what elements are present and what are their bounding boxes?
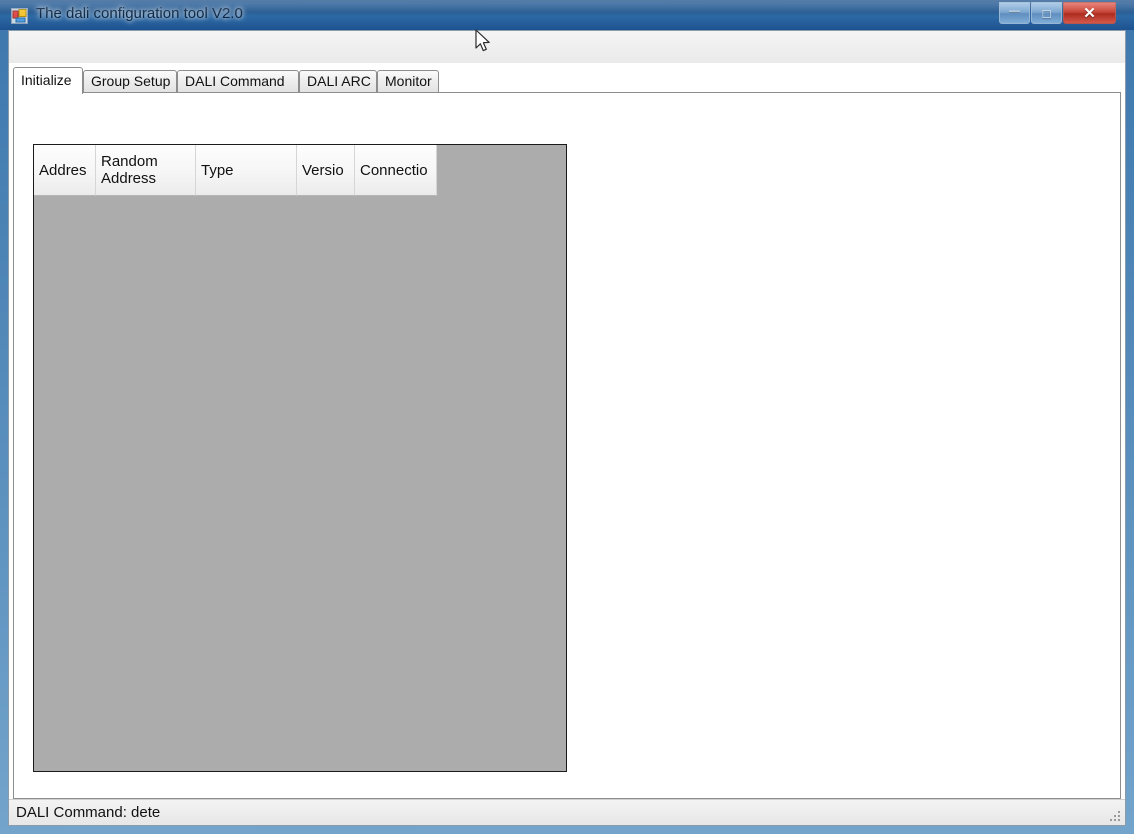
tab-page-initialize: Addres Random Address Type Versio Connectio … — [13, 93, 1121, 799]
status-bar-text: DALI Command: dete — [16, 804, 161, 821]
grid-header-label: Random Address — [101, 153, 158, 187]
tab-label: DALI ARC — [307, 73, 371, 89]
grid-header-label: Connectio — [360, 161, 428, 179]
tab-dali-command[interactable]: DALI Command — [177, 70, 299, 93]
tab-label: DALI Command — [185, 73, 285, 89]
title-bar[interactable]: The dali configuration tool V2.0 — □ ✕ — [0, 0, 1134, 30]
grid-header-address[interactable]: Addres — [34, 145, 96, 196]
resize-grip-icon[interactable] — [1109, 810, 1122, 823]
close-button[interactable]: ✕ — [1063, 2, 1116, 24]
grid-header-random-address[interactable]: Random Address — [96, 145, 196, 196]
status-bar: DALI Command: dete — [9, 799, 1125, 825]
grid-header-row: Addres Random Address Type Versio Connectio — [34, 145, 437, 196]
grid-header-label: Versio — [302, 161, 344, 179]
maximize-button[interactable]: □ — [1031, 2, 1062, 24]
toolbar-strip — [9, 31, 1125, 63]
tab-label: Initialize — [21, 72, 72, 88]
client-area: Initialize Group Setup DALI Command DALI AR… — [8, 30, 1126, 826]
application-window: The dali configuration tool V2.0 — □ ✕ I… — [0, 0, 1134, 834]
form-designer-icon — [11, 8, 28, 24]
minimize-icon: — — [1009, 4, 1020, 17]
close-icon: ✕ — [1083, 5, 1096, 22]
grid-header-version[interactable]: Versio — [297, 145, 355, 196]
device-grid[interactable]: Addres Random Address Type Versio Connectio — [33, 144, 567, 772]
grid-header-label: Type — [201, 161, 234, 179]
tab-group-setup[interactable]: Group Setup — [83, 70, 177, 93]
maximize-icon: □ — [1042, 5, 1051, 21]
tab-dali-arc[interactable]: DALI ARC — [299, 70, 377, 93]
tab-initialize[interactable]: Initialize — [13, 67, 83, 94]
minimize-button[interactable]: — — [999, 2, 1030, 24]
window-title: The dali configuration tool V2.0 — [36, 5, 243, 22]
tab-monitor[interactable]: Monitor — [377, 70, 439, 93]
grid-header-label: Addres — [39, 161, 87, 179]
grid-header-connection[interactable]: Connectio — [355, 145, 437, 196]
grid-header-type[interactable]: Type — [196, 145, 297, 196]
tab-label: Monitor — [385, 73, 432, 89]
tab-label: Group Setup — [91, 73, 171, 89]
tab-bar: Initialize Group Setup DALI Command DALI AR… — [13, 67, 1121, 94]
